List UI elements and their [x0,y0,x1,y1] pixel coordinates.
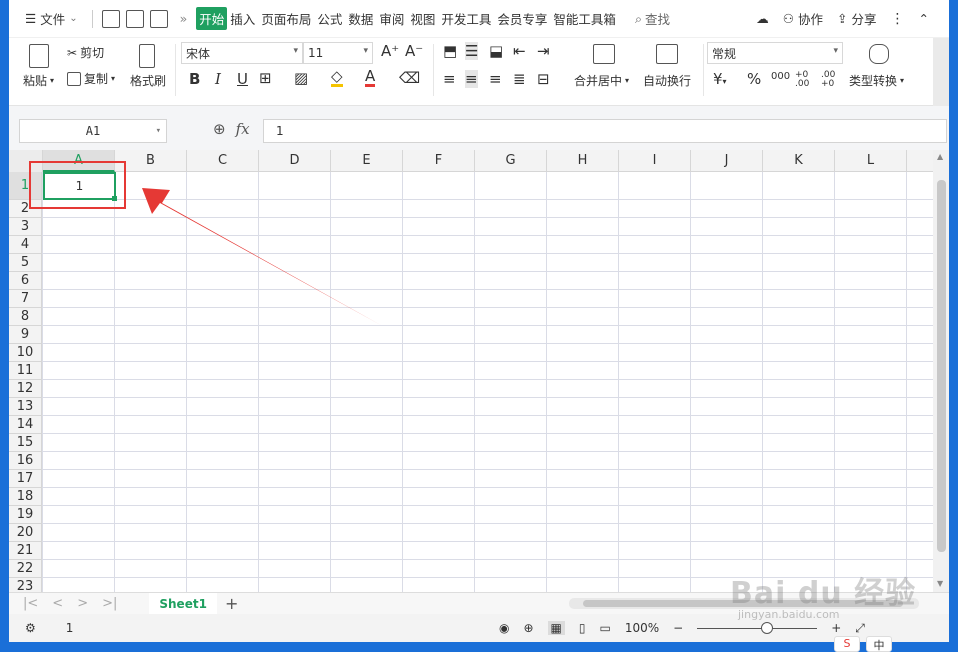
watermark-url: jingyan.baidu.com [738,608,840,621]
system-tray: S 中 [834,636,892,652]
annotation-arrow-shape [142,188,395,333]
annotation-arrow [142,188,395,333]
input-method-icon[interactable]: S [834,636,860,652]
language-indicator-icon[interactable]: 中 [866,636,892,652]
baidu-watermark: Bai du 经验 [730,576,917,611]
